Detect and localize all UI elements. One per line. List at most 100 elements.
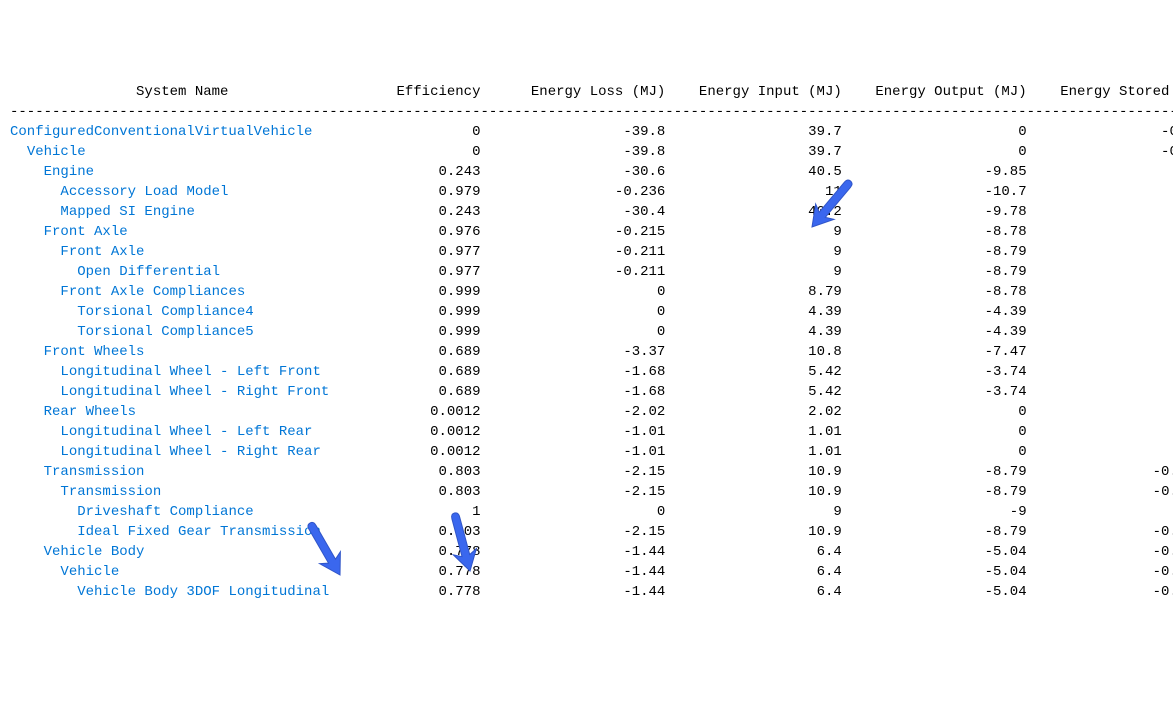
cell-value: 0 — [1027, 404, 1173, 420]
cell-value: -1.01 — [481, 444, 666, 460]
cell-value: 5.42 — [665, 364, 841, 380]
system-name-link[interactable]: Vehicle — [60, 564, 119, 580]
cell-value: 6.4 — [665, 544, 841, 560]
cell-value: 0 — [1027, 184, 1173, 200]
col-header: Energy Output (MJ) — [842, 84, 1027, 100]
cell-value: -5.04 — [842, 584, 1027, 600]
cell-value: 10.8 — [665, 344, 841, 360]
cell-value: -0.211 — [481, 244, 666, 260]
cell-value: -30.4 — [481, 204, 666, 220]
cell-value: 8.79 — [665, 284, 841, 300]
cell-value: 0.999 — [363, 284, 481, 300]
col-header: Energy Input (MJ) — [665, 84, 841, 100]
system-name-link[interactable]: Vehicle Body — [44, 544, 145, 560]
cell-value: 0 — [1027, 264, 1173, 280]
cell-value: 0 — [1027, 224, 1173, 240]
cell-value: 0 — [1027, 504, 1173, 520]
system-name-link[interactable]: Accessory Load Model — [60, 184, 228, 200]
col-header: System Name — [10, 84, 363, 100]
cell-value: 0 — [363, 124, 481, 140]
cell-value: -39.8 — [481, 144, 666, 160]
cell-value: -0.0219 — [1027, 524, 1173, 540]
cell-value: 0.979 — [363, 184, 481, 200]
system-name-link[interactable]: Open Differential — [77, 264, 220, 280]
system-name-link[interactable]: Front Wheels — [44, 344, 145, 360]
cell-value: -0.236 — [481, 184, 666, 200]
system-name-link[interactable]: Torsional Compliance5 — [77, 324, 253, 340]
system-name-link[interactable]: Longitudinal Wheel - Right Front — [60, 384, 329, 400]
cell-value: 0 — [1027, 444, 1173, 460]
cell-value: 1.01 — [665, 444, 841, 460]
cell-value: 0 — [481, 284, 666, 300]
cell-value: 6.4 — [665, 584, 841, 600]
cell-value: 6.4 — [665, 564, 841, 580]
cell-value: 0.977 — [363, 244, 481, 260]
cell-value: 0 — [842, 404, 1027, 420]
cell-value: -0.0219 — [1027, 484, 1173, 500]
cell-value: 0 — [1027, 204, 1173, 220]
cell-value: -0.0868 — [1027, 564, 1173, 580]
cell-value: -3.37 — [481, 344, 666, 360]
system-name-link[interactable]: Engine — [44, 164, 94, 180]
cell-value: 0 — [481, 324, 666, 340]
col-header: Energy Stored (MJ) — [1027, 84, 1173, 100]
energy-report-table: System Name Efficiency Energy Loss (MJ) … — [10, 80, 1163, 602]
system-name-link[interactable]: Longitudinal Wheel - Left Front — [60, 364, 320, 380]
system-name-link[interactable]: Transmission — [60, 484, 161, 500]
col-header: Efficiency — [363, 84, 481, 100]
cell-value: 0 — [1027, 164, 1173, 180]
system-name-link[interactable]: Front Axle Compliances — [60, 284, 245, 300]
cell-value: 0 — [842, 124, 1027, 140]
cell-value: -4.39 — [842, 304, 1027, 320]
cell-value: 0 — [363, 144, 481, 160]
cell-value: 10.9 — [665, 464, 841, 480]
system-name-link[interactable]: ConfiguredConventionalVirtualVehicle — [10, 124, 312, 140]
cell-value: 0 — [1027, 344, 1173, 360]
cell-value: -5.04 — [842, 564, 1027, 580]
cell-value: -8.78 — [842, 284, 1027, 300]
cell-value: -2.15 — [481, 464, 666, 480]
cell-value: 0 — [1027, 284, 1173, 300]
system-name-link[interactable]: Rear Wheels — [44, 404, 136, 420]
cell-value: -0.109 — [1027, 144, 1173, 160]
cell-value: 39.7 — [665, 124, 841, 140]
cell-value: 0 — [481, 304, 666, 320]
system-name-link[interactable]: Vehicle Body 3DOF Longitudinal — [77, 584, 329, 600]
cell-value: 0.803 — [363, 464, 481, 480]
system-name-link[interactable]: Longitudinal Wheel - Right Rear — [60, 444, 320, 460]
cell-value: 0 — [1027, 424, 1173, 440]
annotation-arrow-icon — [330, 490, 420, 620]
cell-value: -4.39 — [842, 324, 1027, 340]
cell-value: 0.243 — [363, 204, 481, 220]
system-name-link[interactable]: Torsional Compliance4 — [77, 304, 253, 320]
system-name-link[interactable]: Front Axle — [60, 244, 144, 260]
system-name-link[interactable]: Mapped SI Engine — [60, 204, 194, 220]
cell-value: 4.39 — [665, 304, 841, 320]
cell-value: 0.0012 — [363, 444, 481, 460]
cell-value: -3.74 — [842, 384, 1027, 400]
cell-value: -0.211 — [481, 264, 666, 280]
cell-value: 0.999 — [363, 324, 481, 340]
cell-value: 5.42 — [665, 384, 841, 400]
cell-value: -1.68 — [481, 364, 666, 380]
cell-value: 0.689 — [363, 384, 481, 400]
cell-value: -39.8 — [481, 124, 666, 140]
cell-value: 0 — [1027, 244, 1173, 260]
system-name-link[interactable]: Longitudinal Wheel - Left Rear — [60, 424, 312, 440]
cell-value: 0 — [1027, 364, 1173, 380]
cell-value: -0.0219 — [1027, 464, 1173, 480]
cell-value: -1.01 — [481, 424, 666, 440]
cell-value: -0.0868 — [1027, 544, 1173, 560]
cell-value: -8.79 — [842, 484, 1027, 500]
system-name-link[interactable]: Vehicle — [27, 144, 86, 160]
cell-value: -3.74 — [842, 364, 1027, 380]
cell-value: 0 — [1027, 384, 1173, 400]
system-name-link[interactable]: Driveshaft Compliance — [77, 504, 253, 520]
cell-value: 0 — [842, 424, 1027, 440]
cell-value: -7.47 — [842, 344, 1027, 360]
system-name-link[interactable]: Ideal Fixed Gear Transmission — [77, 524, 321, 540]
system-name-link[interactable]: Transmission — [44, 464, 145, 480]
cell-value: 9 — [665, 504, 841, 520]
system-name-link[interactable]: Front Axle — [44, 224, 128, 240]
cell-value: 0.243 — [363, 164, 481, 180]
